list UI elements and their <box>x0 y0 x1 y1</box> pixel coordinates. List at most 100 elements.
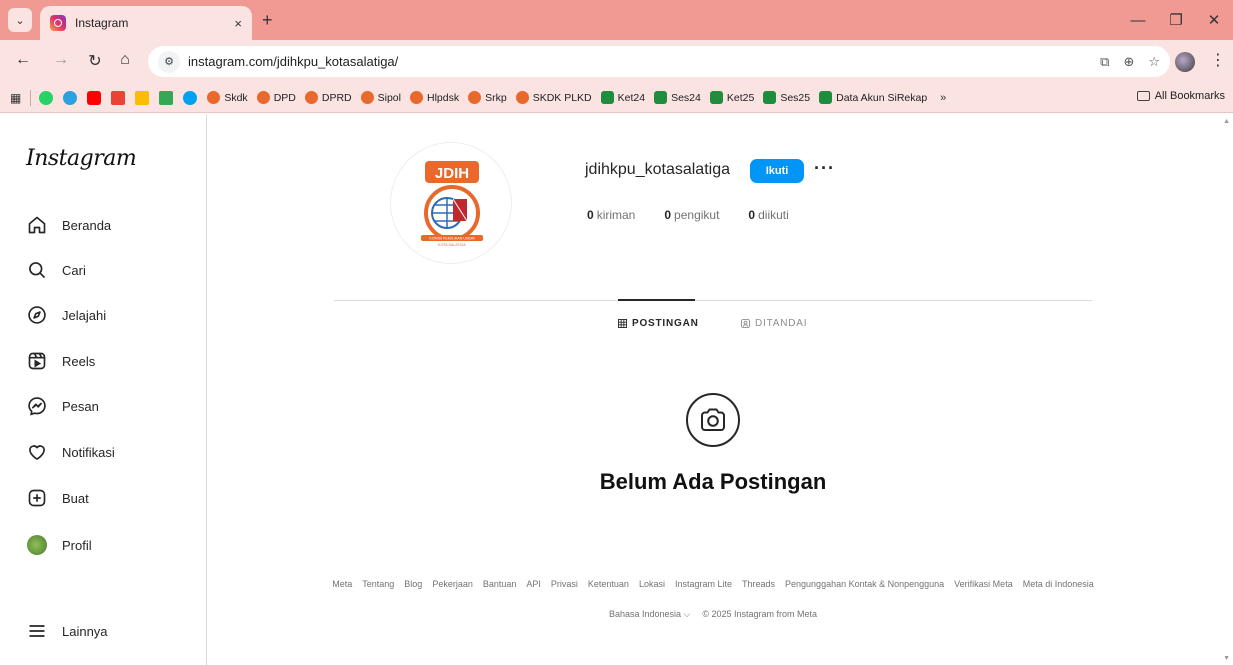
instagram-sidebar: Instagram Beranda Cari Jelajahi Reels Pe… <box>0 114 207 665</box>
follow-button[interactable]: Ikuti <box>750 159 804 183</box>
camera-icon <box>686 393 740 447</box>
scroll-down-arrow[interactable]: ▼ <box>1223 655 1230 662</box>
bookmark-star-icon[interactable]: ☆ <box>1148 54 1160 70</box>
site-info-icon[interactable]: ⚙ <box>158 50 180 73</box>
profile-icon-wrapper <box>26 534 48 556</box>
nav-item-notifications[interactable]: Notifikasi <box>26 439 115 465</box>
bookmark-item[interactable]: SKDK PLKD <box>515 91 592 104</box>
nav-item-more[interactable]: Lainnya <box>26 618 108 644</box>
bookmarks-bar: ▦ Skdk DPD DPRD Sipol Hlpdsk Srkp SKDK PLKD Ket… <box>0 83 1233 113</box>
following-label: diikuti <box>758 208 789 222</box>
followers-stat[interactable]: 0 pengikut <box>664 208 719 222</box>
tab-posts-label: POSTINGAN <box>632 318 699 329</box>
bookmark-item[interactable]: Srkp <box>468 91 507 104</box>
browser-menu-icon[interactable]: ⋮ <box>1210 50 1226 70</box>
restore-button[interactable]: ❐ <box>1157 0 1195 40</box>
more-options-button[interactable]: ··· <box>814 158 835 179</box>
language-label: Bahasa Indonesia <box>608 609 682 619</box>
bookmark-item[interactable]: Ket25 <box>709 91 754 104</box>
sheets-favicon-icon <box>763 91 777 104</box>
bookmarks-separator <box>30 89 32 106</box>
bookmark-item[interactable]: Skdk <box>207 91 248 104</box>
sheets-favicon-icon <box>819 91 833 104</box>
address-bar[interactable]: ⚙ instagram.com/jdihkpu_kotasalatiga/ ⧉ … <box>148 46 1170 77</box>
footer-link[interactable]: Lokasi <box>639 579 665 589</box>
footer-link[interactable]: Ketentuan <box>588 579 629 589</box>
new-tab-button[interactable]: + <box>262 10 273 30</box>
nav-item-create[interactable]: Buat <box>26 485 89 511</box>
nav-item-home[interactable]: Beranda <box>26 212 111 238</box>
kpu-favicon-icon <box>360 91 374 104</box>
close-window-button[interactable]: ✕ <box>1195 0 1233 40</box>
telegram-icon[interactable] <box>63 90 78 105</box>
sheets-favicon-icon <box>600 91 614 104</box>
tab-tagged[interactable]: DITANDAI <box>741 318 807 329</box>
forward-button[interactable]: → <box>50 51 72 69</box>
minimize-button[interactable]: — <box>1119 0 1157 40</box>
bookmark-item[interactable]: Data Akun SiRekap <box>819 91 927 104</box>
footer-link[interactable]: Blog <box>404 579 422 589</box>
nav-item-explore[interactable]: Jelajahi <box>26 302 106 328</box>
footer-link[interactable]: Pekerjaan <box>432 579 473 589</box>
footer-link[interactable]: Meta <box>332 579 352 589</box>
footer-link[interactable]: Tentang <box>362 579 394 589</box>
nav-item-profile[interactable]: Profil <box>26 532 92 558</box>
footer-link[interactable]: Pengunggahan Kontak & Nonpengguna <box>785 579 944 589</box>
install-app-icon[interactable]: ⧉ <box>1100 54 1109 70</box>
chrome-app-icon[interactable] <box>183 90 198 105</box>
scroll-up-arrow[interactable]: ▲ <box>1223 118 1230 125</box>
reload-button[interactable]: ↻ <box>84 51 106 71</box>
avatar-caption-2: KOTA SALATIGA <box>438 243 466 247</box>
tab-close-button[interactable]: × <box>234 16 242 31</box>
nav-item-search[interactable]: Cari <box>26 257 86 283</box>
google-drive-icon[interactable] <box>135 90 150 105</box>
active-tab-indicator <box>618 299 695 301</box>
all-bookmarks-button[interactable]: All Bookmarks <box>1136 90 1225 102</box>
bookmark-item[interactable]: DPD <box>256 91 296 104</box>
browser-profile-avatar[interactable] <box>1175 52 1195 72</box>
bookmark-item[interactable]: Ses24 <box>654 91 701 104</box>
followers-label: pengikut <box>674 208 720 222</box>
language-selector[interactable]: Bahasa Indonesia ⌵ <box>609 609 690 620</box>
footer-link[interactable]: Bantuan <box>483 579 517 589</box>
footer-link[interactable]: API <box>526 579 541 589</box>
tab-posts[interactable]: POSTINGAN <box>618 318 699 329</box>
footer-link[interactable]: Privasi <box>551 579 578 589</box>
bookmark-item[interactable]: Sipol <box>360 91 401 104</box>
sheets-favicon-icon <box>654 91 668 104</box>
footer-links: Meta Tentang Blog Pekerjaan Bantuan API Privas… <box>208 579 1218 589</box>
bookmark-item[interactable]: Ket24 <box>600 91 645 104</box>
jdih-logo-icon: JDIH KOMISI PEMILIHAN UMUM KOTA SALATIGA <box>421 161 483 247</box>
bookmarks-overflow-button[interactable]: » <box>940 92 946 104</box>
bookmark-item[interactable]: Ses25 <box>763 91 810 104</box>
following-stat[interactable]: 0 diikuti <box>748 208 788 222</box>
nav-item-messages[interactable]: Pesan <box>26 393 99 419</box>
nav-item-reels[interactable]: Reels <box>26 348 95 374</box>
browser-tab[interactable]: Instagram × <box>40 6 252 40</box>
all-bookmarks-label: All Bookmarks <box>1154 90 1225 102</box>
reels-icon <box>26 350 48 372</box>
footer-link[interactable]: Threads <box>742 579 775 589</box>
instagram-logo[interactable]: Instagram <box>26 146 137 171</box>
footer-link[interactable]: Meta di Indonesia <box>1023 579 1094 589</box>
youtube-icon[interactable] <box>87 90 102 105</box>
bookmark-item[interactable]: Hlpdsk <box>409 91 459 104</box>
url-text[interactable]: instagram.com/jdihkpu_kotasalatiga/ <box>188 54 1100 69</box>
profile-avatar[interactable]: JDIH KOMISI PEMILIHAN UMUM KOTA SALATIGA <box>390 142 512 264</box>
whatsapp-icon[interactable] <box>39 90 54 105</box>
apps-grid-icon[interactable]: ▦ <box>10 91 21 105</box>
zoom-icon[interactable]: ⊕ <box>1123 54 1134 70</box>
kpu-favicon-icon <box>304 91 318 104</box>
tab-title: Instagram <box>75 16 129 30</box>
home-button[interactable]: ⌂ <box>114 51 136 69</box>
bookmark-label: Srkp <box>485 91 507 104</box>
back-button[interactable]: ← <box>12 51 34 69</box>
footer-link[interactable]: Verifikasi Meta <box>954 579 1013 589</box>
google-forms-icon[interactable] <box>159 90 174 105</box>
gmail-icon[interactable] <box>111 90 126 105</box>
tab-tagged-label: DITANDAI <box>755 318 808 329</box>
tab-search-button[interactable]: ⌄ <box>8 8 32 32</box>
footer-link[interactable]: Instagram Lite <box>675 579 732 589</box>
nav-label-reels: Reels <box>62 353 96 369</box>
bookmark-item[interactable]: DPRD <box>304 91 352 104</box>
